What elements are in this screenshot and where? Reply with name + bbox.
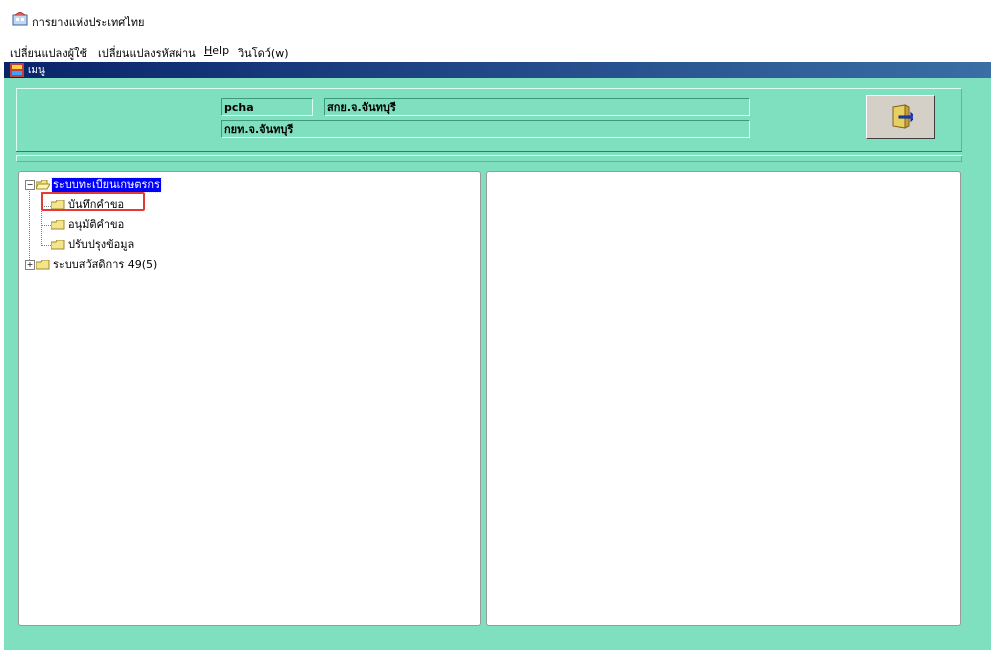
- menu-change-password[interactable]: เปลี่ยนแปลงรหัสผ่าน: [98, 44, 196, 62]
- user-id-field: pcha: [221, 98, 313, 116]
- folder-icon: [51, 240, 65, 250]
- workspace: pcha สกย.จ.จันทบุรี กยท.จ.จันทบุรี − ระบ…: [4, 78, 991, 650]
- app-title: การยางแห่งประเทศไทย: [32, 16, 145, 29]
- exit-door-icon: [892, 104, 913, 129]
- collapse-icon[interactable]: −: [25, 180, 35, 190]
- expand-icon[interactable]: +: [25, 260, 35, 270]
- folder-open-icon: [36, 180, 50, 190]
- menu-window-title: เมนู: [28, 65, 45, 76]
- tree-panel[interactable]: − ระบบทะเบียนเกษตรกร บันทึกคำขอ อนุมัติค…: [18, 171, 481, 626]
- exit-button[interactable]: [866, 95, 935, 139]
- tree-item-farmer-registration[interactable]: − ระบบทะเบียนเกษตรกร: [22, 177, 222, 193]
- tree-item-label: ปรับปรุงข้อมูล: [68, 238, 135, 251]
- menu-window-icon: [10, 63, 24, 77]
- app-logo-icon: [12, 11, 28, 26]
- menu-change-user[interactable]: เปลี่ยนแปลงผู้ใช้: [10, 44, 87, 62]
- folder-icon: [36, 260, 50, 270]
- tree-item-label: ระบบทะเบียนเกษตรกร: [51, 177, 162, 193]
- folder-icon: [51, 220, 65, 230]
- tree-item-update-data[interactable]: ปรับปรุงข้อมูล: [49, 237, 169, 253]
- menu-window-titlebar[interactable]: เมนู: [4, 62, 991, 78]
- menu-help[interactable]: Help: [204, 44, 229, 57]
- office-field: สกย.จ.จันทบุรี: [324, 98, 750, 116]
- highlight-box: [41, 192, 145, 211]
- app-titlebar: การยางแห่งประเทศไทย: [0, 0, 995, 40]
- tree-item-label: อนุมัติคำขอ: [68, 218, 125, 231]
- menubar: เปลี่ยนแปลงผู้ใช้ เปลี่ยนแปลงรหัสผ่าน He…: [0, 40, 995, 62]
- department-field: กยท.จ.จันทบุรี: [221, 120, 750, 138]
- tree-item-label: ระบบสวัสดิการ 49(5): [53, 258, 158, 271]
- header-separator: [16, 151, 962, 156]
- menu-window[interactable]: วินโดว์(w): [238, 44, 289, 62]
- tree-item-welfare[interactable]: + ระบบสวัสดิการ 49(5): [22, 257, 222, 273]
- content-panel: [486, 171, 961, 626]
- tree-item-approve-request[interactable]: อนุมัติคำขอ: [49, 217, 169, 233]
